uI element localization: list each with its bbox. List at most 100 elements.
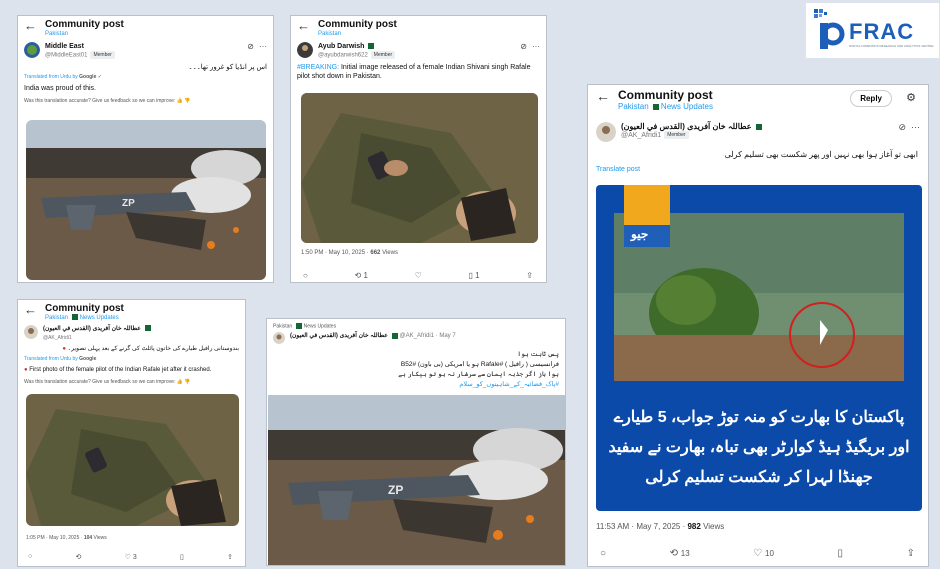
post-line-2: فرانسیسی ( رافیل ) #Rafale ہو یا امریکی … [400,361,559,369]
user-name[interactable]: عطاللہ خان آفریدی (القدس في العيون) [43,326,141,332]
google-logo: Google [79,356,97,362]
hashtag-breaking[interactable]: #BREAKING: [297,64,339,71]
post-card-middle-east: ← Community post Pakistan Middle East @M… [17,15,274,283]
headline-line-1: پاکستان کا بھارت کو منہ توڑ جواب، 5 طیار… [613,409,905,426]
repost-count: 13 [680,549,690,558]
community-subtitle-2[interactable]: News Updates [80,315,119,321]
avatar[interactable] [297,42,313,58]
post-card-afridi-geo: ← Community post Pakistan News Updates R… [587,84,929,567]
frac-logo: FRAC DIGITAL FORENSICS RESEARCH AND ANAL… [806,3,939,58]
like-icon[interactable]: ♡ [415,271,422,280]
pakistan-flag-icon [650,103,659,110]
tail-code-label: ZP [122,198,135,209]
like-button[interactable]: ♡ 3 [125,553,137,561]
post-timestamp[interactable]: 11:53 AM · May 7, 2025 · [596,522,685,531]
pilot-photo [301,93,538,243]
grok-icon[interactable]: ⊘ [520,42,527,51]
back-arrow-icon[interactable]: ← [24,19,37,33]
community-title: Community post [618,88,713,102]
share-icon[interactable]: ⇪ [526,271,533,280]
community-title: Community post [45,303,124,314]
post-image-pilot[interactable] [26,394,239,526]
user-name[interactable]: عطاللہ خان آفریدی (القدس في العيون) [290,333,388,339]
reply-button[interactable]: Reply [850,90,892,107]
user-name[interactable]: Ayub Darwish [318,43,364,50]
user-name[interactable]: Middle East [45,42,115,51]
avatar[interactable] [273,332,285,345]
pakistan-flag-icon [294,323,303,329]
pilot-photo [26,394,239,526]
community-subtitle-2[interactable]: News Updates [661,102,713,111]
back-arrow-icon[interactable]: ← [24,303,37,317]
post-line-3: ہوا باز اگر جذبہ ایمان سے سرشار نہ ہو تو… [398,371,559,379]
user-handle[interactable]: @AK_Afridi1 [621,132,661,139]
post-timestamp[interactable]: 1:05 PM · May 10, 2025 · [26,535,82,541]
bookmark-button[interactable]: ▯ 1 [469,271,480,280]
post-hashtag-line[interactable]: #پاک_فضائیہ_کے_شاہینوں_کو_سلام [273,380,559,390]
community-subtitle[interactable]: Pakistan [318,30,397,38]
community-title: Community post [45,19,124,30]
google-logo: Google [79,73,97,80]
views-label: Views [382,250,398,256]
frac-logo-text: FRAC [849,19,915,44]
repost-button[interactable]: ⟲ 1 [355,271,368,280]
thumbs-down-icon[interactable]: 👎 [184,98,190,104]
user-handle[interactable]: @AK_Afridi1 [43,334,151,342]
avatar[interactable] [596,122,616,142]
views-count: 982 [687,522,701,531]
settings-icon[interactable]: ⚙ [906,91,916,104]
pakistan-flag-icon [753,123,762,130]
feedback-text: Was this translation accurate? Give us f… [24,379,176,385]
post-card-afridi-pilot: ← Community post Pakistan News Updates ع… [17,299,246,567]
community-tag-2[interactable]: News Updates [304,323,337,329]
community-subtitle[interactable]: Pakistan [45,30,124,38]
back-arrow-icon[interactable]: ← [297,19,310,33]
post-card-afridi-rafale: Pakistan News Updates عطاللہ خان آفریدی … [266,318,566,566]
user-handle[interactable]: @MiddleEast01 [45,53,87,59]
back-arrow-icon[interactable]: ← [596,89,610,103]
community-subtitle[interactable]: Pakistan [618,102,649,111]
community-title: Community post [318,19,397,30]
like-button[interactable]: ♡ 10 [753,548,774,559]
views-count: 104 [83,535,93,541]
post-image-wreckage[interactable]: ZP [268,395,565,565]
post-timestamp[interactable]: 1:50 PM · May 10, 2025 · [301,250,369,256]
bookmark-icon[interactable]: ▯ [838,548,844,559]
community-tag[interactable]: Pakistan [273,323,292,329]
wreckage-photo [268,395,565,565]
grok-icon[interactable]: ⊘ [898,122,906,133]
reply-icon[interactable]: ○ [28,553,32,561]
user-handle[interactable]: @ayubdarwish622 [318,53,368,59]
pakistan-flag-icon [70,314,79,321]
community-subtitle[interactable]: Pakistan [45,315,68,321]
repost-count: 1 [363,271,368,280]
bookmark-icon[interactable]: ▯ [180,553,184,561]
red-circle-icon: ● [62,346,66,352]
reply-icon[interactable]: ○ [600,548,606,559]
thumbs-down-icon[interactable]: 👎 [184,379,190,385]
avatar[interactable] [24,42,40,58]
post-image-pilot[interactable] [301,93,538,243]
reply-icon[interactable]: ○ [303,271,308,280]
frac-logo-subtext: DIGITAL FORENSICS RESEARCH AND ANALYTICS… [849,44,934,48]
translate-post-link[interactable]: Translate post [588,159,928,174]
grok-icon[interactable]: ⊘ [247,42,254,51]
feedback-text: Was this translation accurate? Give us f… [24,97,176,104]
post-image-geo-news[interactable]: جیو پاکستان کا بھارت کو منہ توڑ جواب، 5 … [596,185,922,511]
share-icon[interactable]: ⇪ [907,548,915,559]
user-name[interactable]: عطاللہ خان آفریدی (القدس في العيون) [621,122,752,131]
more-icon[interactable]: ··· [259,42,267,51]
post-line-1: پس ثابت ہوا [517,351,559,359]
more-icon[interactable]: ··· [911,122,920,133]
repost-icon[interactable]: ⟲ [75,553,81,561]
post-image-wreckage[interactable]: ZP [26,120,266,280]
post-text-urdu: اس پر انڈیا کو غرور تھا۔۔۔ [188,63,267,71]
tail-code-label: ZP [388,483,404,497]
repost-button[interactable]: ⟲ 13 [670,548,690,559]
thumbs-up-icon[interactable]: 👍 [177,98,183,104]
user-handle[interactable]: @AK_Afridi1 · May 7 [400,333,456,339]
thumbs-up-icon[interactable]: 👍 [177,379,183,385]
avatar[interactable] [24,325,38,339]
more-icon[interactable]: ··· [532,42,540,51]
share-icon[interactable]: ⇪ [227,553,233,561]
